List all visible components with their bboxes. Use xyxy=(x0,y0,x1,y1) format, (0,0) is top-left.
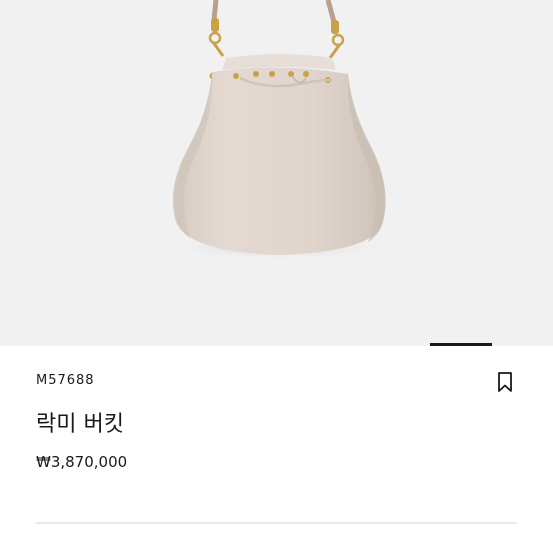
product-page: M57688 락미 버킷 ₩3,870,000 xyxy=(0,0,553,553)
wishlist-button[interactable] xyxy=(494,370,516,394)
product-name: 락미 버킷 xyxy=(36,412,124,437)
product-info: M57688 락미 버킷 ₩3,870,000 xyxy=(0,346,553,553)
bookmark-icon xyxy=(498,372,512,392)
product-sku: M57688 xyxy=(36,373,95,388)
product-price: ₩3,870,000 xyxy=(36,453,128,471)
divider xyxy=(36,522,517,524)
product-image xyxy=(163,0,393,260)
product-image-gallery[interactable] xyxy=(0,0,553,346)
